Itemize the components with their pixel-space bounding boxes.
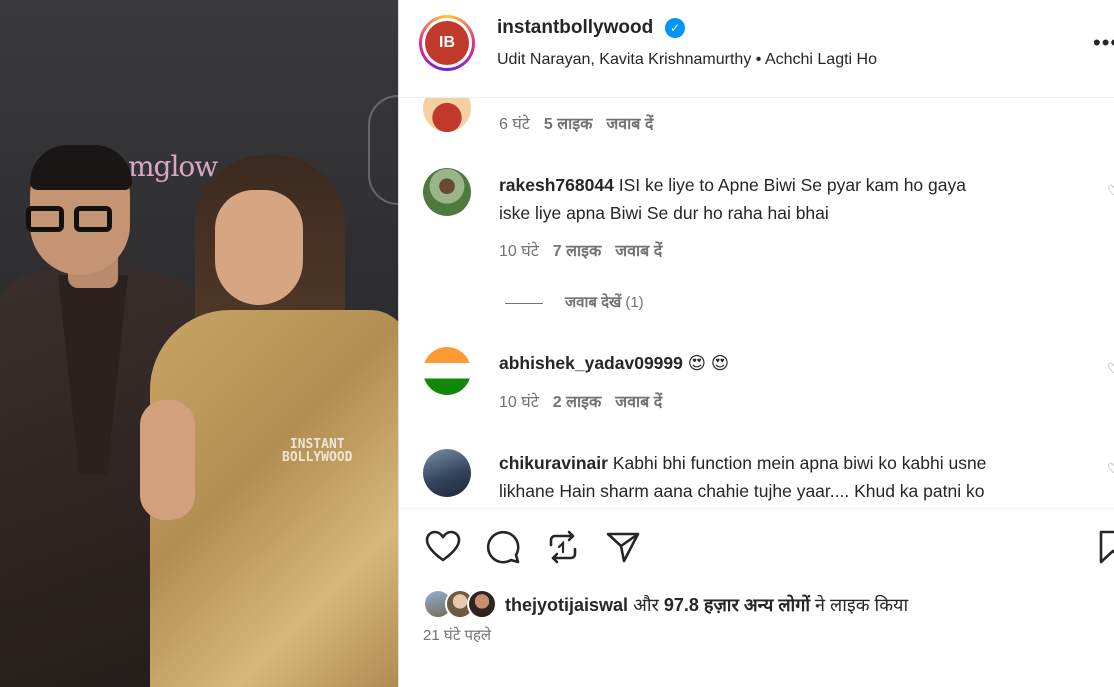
comment-avatar[interactable] [423,347,471,395]
author-username[interactable]: instantbollywood [497,17,653,39]
reply-button[interactable]: जवाब दें [606,116,653,133]
likes-joiner: और [633,595,659,615]
verified-badge-icon: ✓ [665,18,685,38]
repost-icon[interactable] [543,527,583,567]
view-replies-count: (1) [625,294,644,311]
backdrop-logo-shape [368,95,398,205]
comment-text: 😍 😍 [687,353,730,373]
comment-time: 10 घंटे [499,394,539,411]
comment-text: iske liye apna Biwi Se dur ho raha hai b… [499,203,829,223]
author-avatar[interactable]: IB [419,15,475,71]
liker-avatars[interactable] [423,589,503,621]
comment-username[interactable]: abhishek_yadav09999 [499,353,683,373]
more-options-icon[interactable]: ••• [1093,30,1114,56]
comment-like-heart-icon[interactable]: ♡ [1107,360,1114,377]
likes-count[interactable]: 97.8 हज़ार अन्य लोगों [664,595,810,615]
reply-button[interactable]: जवाब दें [615,243,662,260]
comment-body: abhishek_yadav09999 😍 😍 [499,349,1089,377]
like-heart-icon[interactable] [423,527,463,567]
comment-like-heart-icon[interactable]: ♡ [1107,460,1114,477]
comment-body: rakesh768044 ISI ke liye to Apne Biwi Se… [499,171,1089,227]
liker-avatar [467,589,497,619]
comment-time: 6 घंटे [499,116,530,133]
reply-button[interactable]: जवाब दें [615,394,662,411]
post-timestamp: 21 घंटे पहले [423,627,492,644]
view-replies-label: जवाब देखें [565,294,622,311]
post-details-panel: IB instantbollywood ✓ Udit Narayan, Kavi… [398,0,1114,687]
glasses-figure [26,206,118,234]
comment-like-heart-icon[interactable]: ♡ [1107,182,1114,199]
share-send-icon[interactable] [603,527,643,567]
comment-username[interactable]: rakesh768044 [499,175,614,195]
comment-meta: 10 घंटे 7 लाइक जवाब दें [499,239,662,261]
liker-username[interactable]: thejyotijaiswal [505,595,628,615]
comment-text: ISI ke liye to Apne Biwi Se pyar kam ho … [618,175,966,195]
comment-like-count[interactable]: 2 लाइक [553,394,601,411]
comment-time: 10 घंटे [499,243,539,260]
comment-username[interactable]: chikuravinair [499,453,608,473]
author-avatar-logo: IB [425,21,469,65]
save-bookmark-icon[interactable] [1093,527,1114,567]
comments-list[interactable]: 6 घंटे 5 लाइक जवाब दें rakesh768044 ISI ke… [399,98,1114,508]
post-actions-bar: thejyotijaiswal और 97.8 हज़ार अन्य लोगों… [399,508,1114,687]
likes-summary[interactable]: thejyotijaiswal और 97.8 हज़ार अन्य लोगों… [505,593,908,617]
comment-body: chikuravinair Kabhi bhi function mein ap… [499,449,1089,505]
backdrop-brand-text: mglow [128,150,218,183]
comment-avatar[interactable] [423,168,471,216]
comment-like-count[interactable]: 7 लाइक [553,243,601,260]
comment-text: likhane Hain sharm aana chahie tujhe yaa… [499,481,985,501]
view-replies-divider [505,302,543,304]
comment-avatar[interactable] [423,98,471,132]
audio-track-link[interactable]: Udit Narayan, Kavita Krishnamurthy • Ach… [497,51,877,69]
woman-arm-figure [140,400,195,520]
man-hair-figure [30,145,132,190]
likes-suffix: ने लाइक किया [815,595,909,615]
post-header: IB instantbollywood ✓ Udit Narayan, Kavi… [399,0,1114,98]
comment-like-count[interactable]: 5 लाइक [544,116,592,133]
comment-meta: 6 घंटे 5 लाइक जवाब दें [499,112,653,134]
comment-meta: 10 घंटे 2 लाइक जवाब दें [499,390,662,412]
media-watermark: INSTANT BOLLYWOOD [282,437,353,465]
comment-text: Kabhi bhi function mein apna biwi ko kab… [612,453,987,473]
view-replies-button[interactable]: जवाब देखें (1) [505,292,644,312]
woman-head-figure [215,190,303,305]
comment-bubble-icon[interactable] [483,527,523,567]
post-media[interactable]: mglow INSTANT BOLLYWOOD [0,0,398,687]
comment-avatar[interactable] [423,449,471,497]
